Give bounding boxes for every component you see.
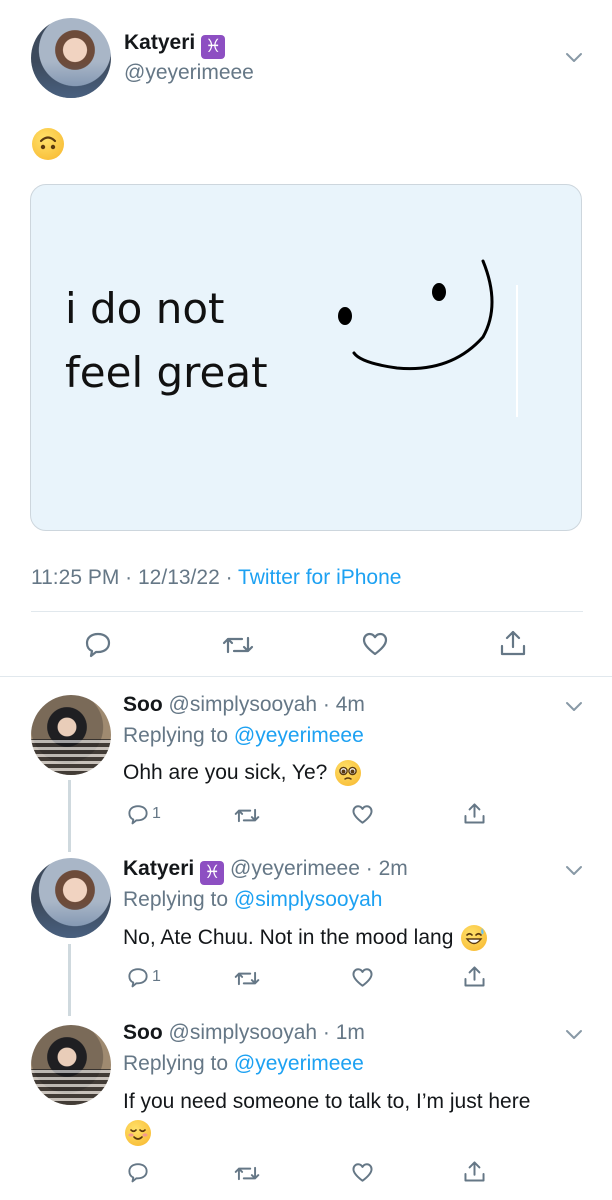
- avatar[interactable]: [31, 695, 111, 775]
- pleading-face-emoji: [335, 760, 362, 787]
- reply-author-name[interactable]: Soo: [123, 693, 163, 716]
- main-tweet: Katyeri ♓ @yeyerimeee i do not feel great…: [0, 0, 612, 676]
- reply-icon[interactable]: [127, 803, 149, 825]
- replying-to: Replying to @yeyerimeee: [123, 724, 364, 748]
- share-icon[interactable]: [499, 628, 527, 658]
- retweet-icon[interactable]: [234, 968, 260, 989]
- dot-separator: ·: [359, 857, 379, 880]
- retweet-icon[interactable]: [234, 1163, 260, 1184]
- reply-tweet: Katyeri ♓ @yeyerimeee · 2m Replying to @s…: [0, 842, 612, 1016]
- divider: [31, 611, 583, 612]
- reply-age: 2m: [378, 857, 408, 880]
- replying-to-label: Replying to: [123, 724, 229, 747]
- meta-separator: ·: [219, 566, 239, 589]
- reply-text-content: If you need someone to talk to, I’m just…: [123, 1090, 531, 1113]
- tweet-image[interactable]: i do not feel great: [30, 184, 582, 531]
- author-handle[interactable]: @yeyerimeee: [124, 61, 254, 85]
- reply-icon[interactable]: [127, 1161, 149, 1183]
- retweet-icon[interactable]: [234, 805, 260, 826]
- author-name-text: Katyeri: [124, 31, 196, 54]
- reply-text: No, Ate Chuu. Not in the mood lang: [123, 922, 563, 953]
- pisces-badge: ♓: [201, 35, 226, 59]
- reply-text: Ohh are you sick, Ye?: [123, 757, 563, 788]
- smiley-drawing: [338, 259, 518, 417]
- reply-tweet: Soo @simplysooyah · 1m Replying to @yeye…: [0, 1007, 612, 1200]
- tweet-source-link[interactable]: Twitter for iPhone: [238, 566, 401, 589]
- meta-separator: ·: [119, 566, 138, 589]
- author-name[interactable]: Katyeri ♓: [124, 31, 226, 59]
- like-icon[interactable]: [351, 1161, 374, 1184]
- reply-count: 1: [152, 968, 161, 985]
- replying-to-handle-link[interactable]: @simplysooyah: [234, 888, 383, 911]
- replying-to-label: Replying to: [123, 1052, 229, 1075]
- tweet-date: 12/13/22: [138, 566, 220, 589]
- chevron-down-icon[interactable]: [565, 865, 583, 877]
- grinning-sweat-emoji: [461, 925, 488, 952]
- reply-icon[interactable]: [127, 966, 149, 988]
- chevron-down-icon[interactable]: [565, 701, 583, 713]
- chevron-down-icon[interactable]: [565, 1029, 583, 1041]
- reply-age: 1m: [335, 1021, 365, 1044]
- reply-author-handle[interactable]: @simplysooyah: [169, 693, 318, 716]
- upside-down-face-emoji: [32, 128, 64, 160]
- dot-separator: ·: [317, 1021, 336, 1044]
- retweet-icon[interactable]: [222, 632, 254, 658]
- reply-header: Soo @simplysooyah · 4m: [123, 693, 365, 717]
- like-icon[interactable]: [361, 630, 389, 658]
- reply-author-name[interactable]: Katyeri: [123, 857, 194, 880]
- replying-to-handle-link[interactable]: @yeyerimeee: [234, 1052, 364, 1075]
- reply-icon[interactable]: [84, 630, 112, 658]
- avatar[interactable]: [31, 1025, 111, 1105]
- like-icon[interactable]: [351, 966, 374, 989]
- like-icon[interactable]: [351, 803, 374, 826]
- reply-text-content: No, Ate Chuu. Not in the mood lang: [123, 926, 454, 949]
- dot-separator: ·: [317, 693, 336, 716]
- tweet-time: 11:25 PM: [31, 566, 120, 589]
- reply-header: Katyeri ♓ @yeyerimeee · 2m: [123, 857, 408, 885]
- pisces-badge: ♓: [200, 861, 225, 885]
- reply-author-handle[interactable]: @yeyerimeee: [230, 857, 360, 880]
- reply-age: 4m: [335, 693, 365, 716]
- reply-author-handle[interactable]: @simplysooyah: [169, 1021, 318, 1044]
- reply-text: If you need someone to talk to, I’m just…: [123, 1086, 553, 1148]
- replying-to: Replying to @yeyerimeee: [123, 1052, 364, 1076]
- avatar[interactable]: [31, 18, 111, 98]
- smiling-face-emoji: [125, 1120, 151, 1147]
- reply-count: 1: [152, 805, 161, 822]
- replying-to-label: Replying to: [123, 888, 229, 911]
- reply-author-name[interactable]: Soo: [123, 1021, 163, 1044]
- chevron-down-icon[interactable]: [565, 52, 583, 64]
- avatar[interactable]: [31, 858, 111, 938]
- thread-connector: [68, 944, 71, 1016]
- reply-header: Soo @simplysooyah · 1m: [123, 1021, 365, 1045]
- replying-to: Replying to @simplysooyah: [123, 888, 382, 912]
- share-icon[interactable]: [463, 964, 486, 989]
- main-action-bar: [0, 620, 612, 668]
- replying-to-handle-link[interactable]: @yeyerimeee: [234, 724, 364, 747]
- reply-text-content: Ohh are you sick, Ye?: [123, 761, 328, 784]
- reply-tweet: Soo @simplysooyah · 4m Replying to @yeye…: [0, 677, 612, 852]
- share-icon[interactable]: [463, 801, 486, 826]
- share-icon[interactable]: [463, 1159, 486, 1184]
- tweet-metadata: 11:25 PM · 12/13/22 · Twitter for iPhone: [31, 566, 401, 590]
